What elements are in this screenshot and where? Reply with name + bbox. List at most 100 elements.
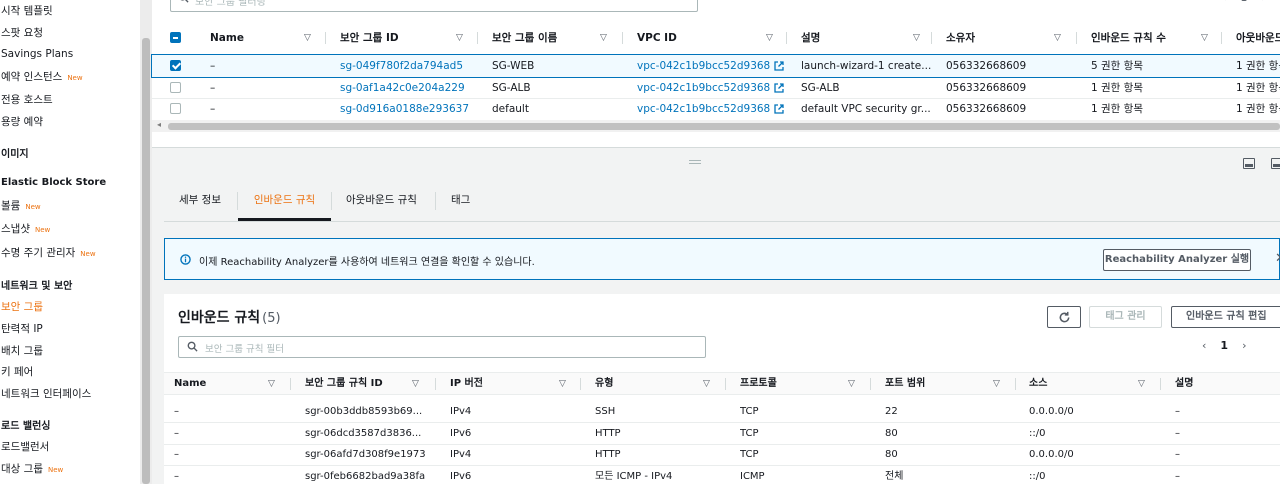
sidebar-item-key-pairs[interactable]: 키 페어 bbox=[1, 364, 33, 379]
cell-description: – bbox=[1175, 449, 1180, 460]
sort-icon[interactable]: ▽ bbox=[848, 373, 855, 395]
page-number[interactable]: 1 bbox=[1240, 0, 1247, 4]
sidebar-item-security-groups[interactable]: 보안 그룹 bbox=[1, 299, 43, 314]
row-checkbox[interactable] bbox=[170, 60, 181, 71]
prev-page-icon[interactable]: ‹ bbox=[1222, 0, 1226, 4]
sidebar-scrollbar-thumb[interactable] bbox=[142, 38, 150, 484]
drag-handle-icon[interactable] bbox=[689, 160, 701, 164]
column-header-description[interactable]: 설명 ▽ bbox=[801, 27, 931, 49]
column-header-source[interactable]: 소스 bbox=[1029, 373, 1047, 395]
sg-id-link[interactable]: sg-049f780f2da794ad5 bbox=[340, 55, 463, 77]
sidebar-item-reserved-instances[interactable]: 예약 인스턴스 New bbox=[1, 69, 83, 84]
column-header-protocol[interactable]: 프로토콜 bbox=[740, 373, 777, 395]
vpc-id-link[interactable]: vpc-042c1b9bcc52d9368 bbox=[637, 77, 787, 99]
column-header-vpc-id[interactable]: VPC ID ▽ bbox=[637, 27, 787, 49]
sidebar-item-placement-groups[interactable]: 배치 그룹 bbox=[1, 343, 43, 358]
split-panel-bottom-icon[interactable] bbox=[1243, 158, 1255, 169]
rules-filter-input[interactable]: 보안 그룹 규칙 필터 bbox=[178, 336, 706, 358]
sidebar-section-images[interactable]: 이미지 bbox=[1, 145, 29, 160]
sidebar-section-ebs[interactable]: Elastic Block Store bbox=[1, 177, 106, 188]
sort-icon[interactable]: ▽ bbox=[1138, 373, 1145, 395]
tab-outbound-rules[interactable]: 아웃바운드 규칙 bbox=[346, 185, 417, 221]
table-row[interactable]: – sg-0af1a42c0e204a229 SG-ALB vpc-042c1b… bbox=[152, 77, 1280, 99]
sort-icon[interactable]: ▽ bbox=[1201, 27, 1208, 49]
sidebar-item-label: 시작 템플릿 bbox=[1, 5, 53, 17]
sidebar-item-load-balancers[interactable]: 로드밸런서 bbox=[1, 439, 49, 454]
sg-id-link[interactable]: sg-0d916a0188e293637 bbox=[340, 98, 469, 120]
row-checkbox[interactable] bbox=[170, 82, 181, 93]
column-header-port-range[interactable]: 포트 범위 bbox=[885, 373, 925, 395]
sidebar-item-lifecycle-manager[interactable]: 수명 주기 관리자 New bbox=[1, 245, 96, 260]
next-page-icon[interactable]: › bbox=[1261, 0, 1265, 4]
column-header-outbound-count[interactable]: 아웃바운드 규칙 bbox=[1236, 27, 1280, 49]
vpc-id-link[interactable]: vpc-042c1b9bcc52d9368 bbox=[637, 98, 787, 120]
cell-sg-name: default bbox=[492, 103, 529, 115]
column-header-inbound-count[interactable]: 인바운드 규칙 수 ▽ bbox=[1091, 27, 1221, 49]
column-header-name[interactable]: Name ▽ bbox=[210, 27, 311, 49]
sidebar-item-launch-templates[interactable]: 시작 템플릿 bbox=[1, 3, 53, 18]
column-header-owner[interactable]: 소유자 ▽ bbox=[946, 27, 1076, 49]
column-header-ip-version[interactable]: IP 버전 bbox=[450, 373, 483, 395]
scroll-left-icon[interactable]: ◂ bbox=[157, 120, 161, 129]
sidebar-item-dedicated-hosts[interactable]: 전용 호스트 bbox=[1, 92, 53, 107]
reachability-analyzer-button[interactable]: Reachability Analyzer 실행 bbox=[1103, 249, 1251, 271]
manage-tags-button[interactable]: 태그 관리 bbox=[1089, 306, 1162, 328]
select-all-checkbox[interactable] bbox=[170, 32, 181, 43]
page-number[interactable]: 1 bbox=[1220, 339, 1228, 352]
row-checkbox[interactable] bbox=[170, 103, 181, 114]
tab-inbound-rules[interactable]: 인바운드 규칙 bbox=[238, 185, 331, 221]
sidebar-item-volumes[interactable]: 볼륨 New bbox=[1, 198, 41, 213]
column-header-type[interactable]: 유형 bbox=[595, 373, 613, 395]
detail-tabs: 세부 정보 인바운드 규칙 아웃바운드 규칙 태그 bbox=[164, 185, 1280, 222]
search-icon bbox=[180, 0, 189, 3]
column-header-sg-name[interactable]: 보안 그룹 이름 ▽ bbox=[492, 27, 622, 49]
prev-page-icon[interactable]: ‹ bbox=[1202, 339, 1206, 352]
cell-port-range: 80 bbox=[885, 428, 898, 439]
table-row[interactable]: – sg-049f780f2da794ad5 SG-WEB vpc-042c1b… bbox=[151, 54, 1280, 78]
cell-ip-version: IPv6 bbox=[450, 428, 472, 439]
tab-tags[interactable]: 태그 bbox=[451, 185, 470, 221]
horizontal-scrollbar-thumb[interactable] bbox=[168, 123, 1280, 130]
column-header-sg-id[interactable]: 보안 그룹 ID ▽ bbox=[340, 27, 468, 49]
sg-id-link[interactable]: sg-0af1a42c0e204a229 bbox=[340, 77, 465, 99]
sort-icon[interactable]: ▽ bbox=[913, 27, 920, 49]
table-row[interactable]: – sg-0d916a0188e293637 default vpc-042c1… bbox=[152, 98, 1280, 120]
cell-source: ::/0 bbox=[1029, 471, 1046, 482]
security-group-search-input[interactable]: 보안 그룹 필터링 bbox=[170, 0, 698, 12]
column-header-description[interactable]: 설명 bbox=[1175, 373, 1193, 395]
column-header-name[interactable]: Name bbox=[174, 373, 206, 395]
edit-inbound-rules-button[interactable]: 인바운드 규칙 편집 bbox=[1171, 306, 1280, 328]
sort-icon[interactable]: ▽ bbox=[304, 27, 311, 49]
sort-icon[interactable]: ▽ bbox=[268, 373, 275, 395]
sort-icon[interactable]: ▽ bbox=[412, 373, 419, 395]
sidebar-section-load-balancing[interactable]: 로드 밸런싱 bbox=[1, 417, 50, 432]
refresh-button[interactable] bbox=[1047, 306, 1081, 328]
sidebar-item-savings-plans[interactable]: Savings Plans bbox=[1, 48, 73, 60]
sort-icon[interactable]: ▽ bbox=[993, 373, 1000, 395]
sidebar-item-capacity-reservations[interactable]: 용량 예약 bbox=[1, 114, 43, 129]
horizontal-scrollbar[interactable]: ◂ bbox=[152, 120, 1280, 132]
sort-icon[interactable]: ▽ bbox=[703, 373, 710, 395]
next-page-icon[interactable]: › bbox=[1242, 339, 1246, 352]
vpc-id-link[interactable]: vpc-042c1b9bcc52d9368 bbox=[637, 55, 787, 77]
sidebar-item-network-interfaces[interactable]: 네트워크 인터페이스 bbox=[1, 386, 91, 401]
table-header: Name ▽ 보안 그룹 ID ▽ 보안 그룹 이름 ▽ VPC ID ▽ 설명 ▽ 소유… bbox=[152, 27, 1280, 49]
sort-icon[interactable]: ▽ bbox=[766, 27, 773, 49]
sort-icon[interactable]: ▽ bbox=[456, 27, 463, 49]
sidebar-item-snapshots[interactable]: 스냅샷 New bbox=[1, 221, 50, 236]
sort-icon[interactable]: ▽ bbox=[1054, 27, 1061, 49]
sidebar-item-target-groups[interactable]: 대상 그룹 New bbox=[1, 461, 63, 476]
sort-icon[interactable]: ▽ bbox=[559, 373, 566, 395]
cell-description: – bbox=[1175, 406, 1180, 417]
tab-details[interactable]: 세부 정보 bbox=[179, 185, 221, 221]
sidebar-item-spot-requests[interactable]: 스팟 요청 bbox=[1, 25, 43, 40]
sidebar-item-label: 용량 예약 bbox=[1, 116, 43, 128]
cell-sg-name: SG-WEB bbox=[492, 60, 535, 72]
column-header-rule-id[interactable]: 보안 그룹 규칙 ID bbox=[305, 373, 383, 395]
sort-icon[interactable]: ▽ bbox=[600, 27, 607, 49]
sidebar-item-elastic-ips[interactable]: 탄력적 IP bbox=[1, 321, 43, 336]
close-icon[interactable]: ✕ bbox=[1275, 251, 1280, 266]
sidebar-section-network[interactable]: 네트워크 및 보안 bbox=[1, 277, 72, 292]
cell-protocol: TCP bbox=[740, 449, 759, 460]
split-panel-side-icon[interactable] bbox=[1271, 158, 1280, 169]
